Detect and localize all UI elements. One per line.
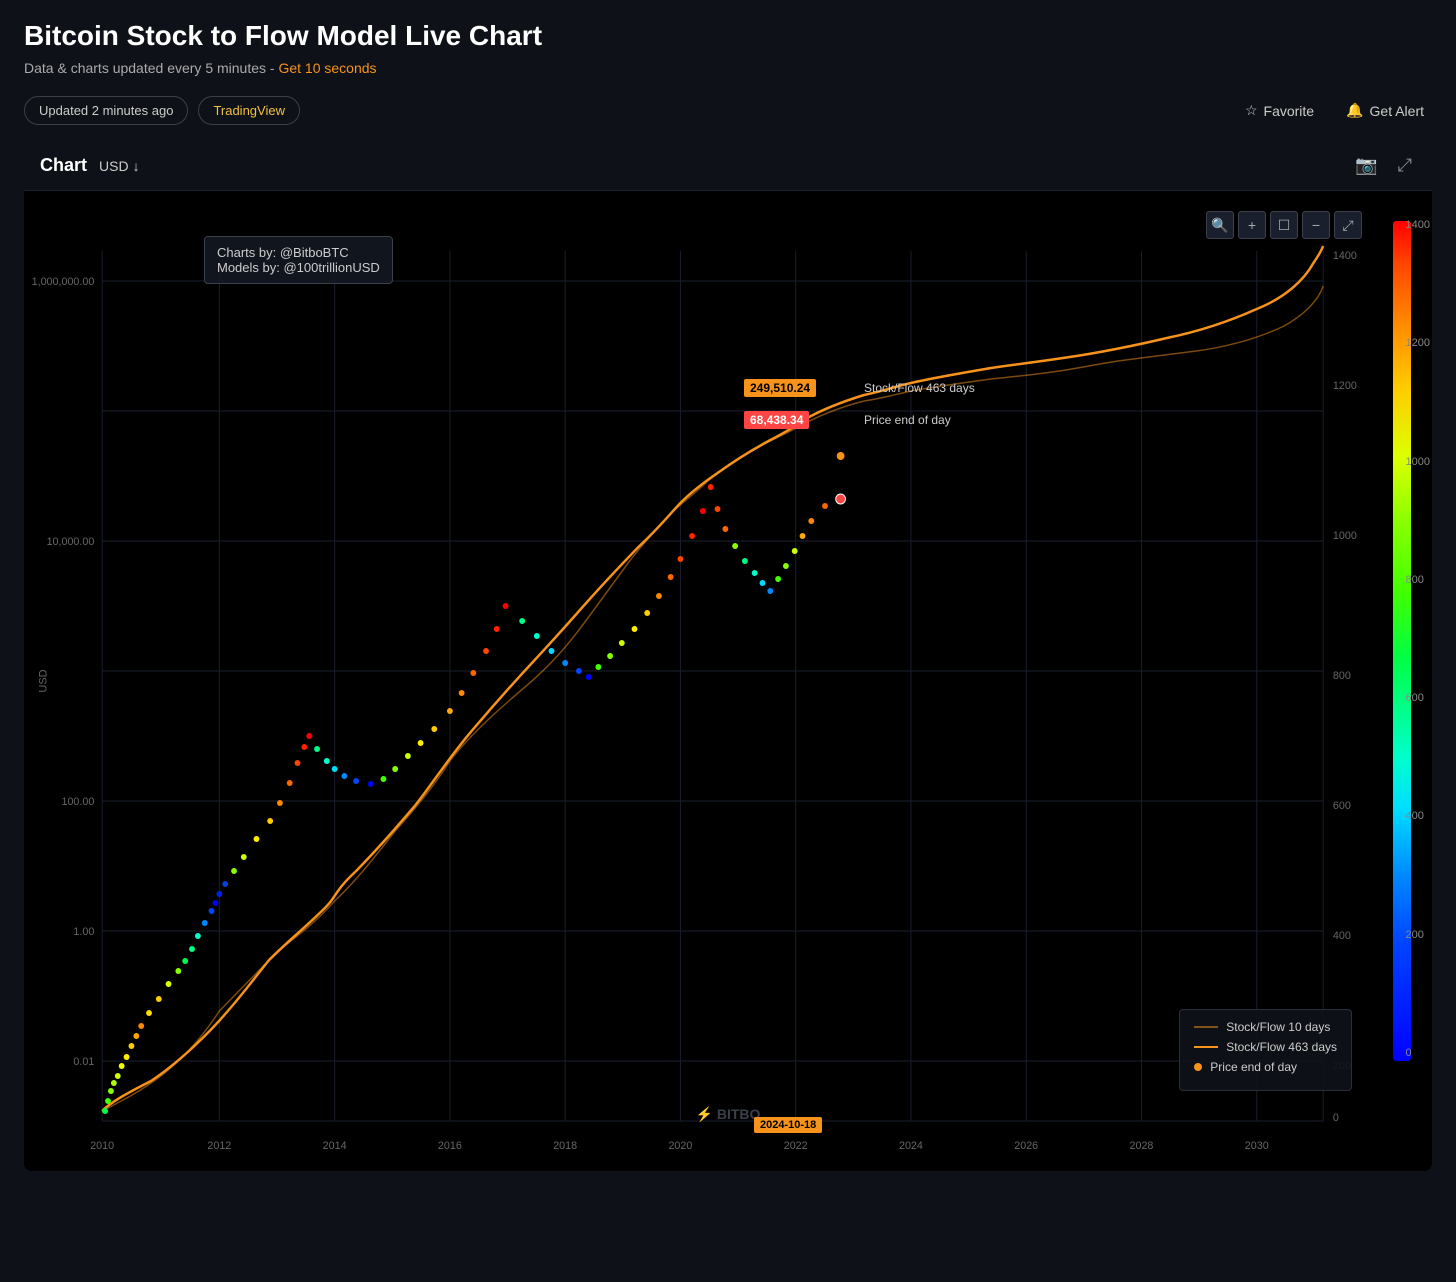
sf-value-label: 249,510.24 — [744, 379, 816, 397]
legend-dot-price — [1194, 1063, 1202, 1071]
legend-line-sf10 — [1194, 1026, 1218, 1028]
legend-item-sf10: Stock/Flow 10 days — [1194, 1020, 1337, 1034]
chart-label: Chart — [40, 155, 87, 176]
svg-text:2026: 2026 — [1014, 1140, 1038, 1152]
chart-svg: 1,000,000.00 10,000.00 100.00 1.00 0.01 … — [24, 191, 1372, 1171]
right-label-0: 0 — [1406, 1047, 1430, 1059]
right-label-600: 600 — [1406, 692, 1430, 704]
chart-title-row: Chart USD ↓ — [40, 155, 140, 176]
get-10-seconds-link[interactable]: Get 10 seconds — [278, 60, 376, 76]
svg-text:2016: 2016 — [438, 1140, 462, 1152]
chart-legend: Stock/Flow 10 days Stock/Flow 463 days P… — [1179, 1009, 1352, 1091]
toolbar: Updated 2 minutes ago TradingView ☆ Favo… — [24, 96, 1432, 125]
chart-inner: 🔍 + ☐ − ⤢ Charts by: @BitboBTC Models by… — [24, 191, 1432, 1171]
chart-header-right: 📷 ⤢ — [1351, 153, 1416, 178]
tradingview-badge[interactable]: TradingView — [198, 96, 300, 125]
subtitle: Data & charts updated every 5 minutes - … — [24, 60, 1432, 76]
screenshot-button[interactable]: 📷 — [1351, 153, 1381, 178]
legend-label-sf10: Stock/Flow 10 days — [1226, 1020, 1330, 1034]
svg-text:1400: 1400 — [1333, 250, 1357, 262]
toolbar-right: ☆ Favorite 🔔 Get Alert — [1237, 98, 1432, 123]
price-value-label: 68,438.34 — [744, 411, 809, 429]
expand-button[interactable]: ⤢ — [1394, 153, 1416, 178]
svg-text:2030: 2030 — [1245, 1140, 1269, 1152]
expand-icon: ⤢ — [1398, 155, 1412, 175]
svg-text:2014: 2014 — [323, 1140, 347, 1152]
svg-text:100.00: 100.00 — [62, 796, 95, 808]
price-value: 68,438.34 — [750, 413, 803, 427]
date-tooltip: 2024-10-18 — [754, 1117, 822, 1133]
annotation-line2: Models by: @100trillionUSD — [217, 260, 380, 275]
legend-item-sf463: Stock/Flow 463 days — [1194, 1040, 1337, 1054]
svg-text:2020: 2020 — [668, 1140, 692, 1152]
currency-selector[interactable]: USD ↓ — [99, 158, 140, 174]
y-axis-label: USD — [38, 669, 50, 692]
legend-item-price: Price end of day — [1194, 1060, 1337, 1074]
subtitle-static: Data & charts updated every 5 minutes - — [24, 60, 275, 76]
svg-text:400: 400 — [1333, 930, 1351, 942]
sf-text-label: Stock/Flow 463 days — [864, 381, 975, 395]
svg-text:2012: 2012 — [207, 1140, 231, 1152]
updated-badge: Updated 2 minutes ago — [24, 96, 188, 125]
svg-text:0: 0 — [1333, 1112, 1339, 1124]
color-bar-container: 1400 1200 1000 800 600 400 200 0 Days un… — [1377, 191, 1432, 1171]
bell-icon: 🔔 — [1346, 102, 1363, 119]
svg-text:1000: 1000 — [1333, 530, 1357, 542]
legend-label-price: Price end of day — [1210, 1060, 1297, 1074]
legend-line-sf463 — [1194, 1046, 1218, 1048]
alert-button[interactable]: 🔔 Get Alert — [1338, 98, 1432, 123]
watermark: ⚡ BITBO — [696, 1106, 761, 1123]
zoom-minus-button[interactable]: − — [1302, 211, 1330, 239]
sf-value: 249,510.24 — [750, 381, 810, 395]
currency-dropdown-icon: ↓ — [133, 158, 140, 174]
svg-text:2028: 2028 — [1130, 1140, 1154, 1152]
svg-text:1200: 1200 — [1333, 380, 1357, 392]
annotation-line1: Charts by: @BitboBTC — [217, 245, 380, 260]
page-title: Bitcoin Stock to Flow Model Live Chart — [24, 20, 1432, 52]
price-text-label: Price end of day — [864, 413, 951, 427]
right-label-1000: 1000 — [1406, 456, 1430, 468]
svg-text:600: 600 — [1333, 800, 1351, 812]
right-label-400: 400 — [1406, 810, 1430, 822]
svg-text:1,000,000.00: 1,000,000.00 — [32, 276, 95, 288]
toolbar-left: Updated 2 minutes ago TradingView — [24, 96, 300, 125]
svg-text:2018: 2018 — [553, 1140, 577, 1152]
zoom-crosshair-button[interactable]: + — [1238, 211, 1266, 239]
chart-annotation: Charts by: @BitboBTC Models by: @100tril… — [204, 236, 393, 284]
zoom-controls: 🔍 + ☐ − ⤢ — [1206, 211, 1362, 239]
page-wrapper: Bitcoin Stock to Flow Model Live Chart D… — [0, 0, 1456, 1171]
right-label-1200: 1200 — [1406, 337, 1430, 349]
zoom-lens-button[interactable]: 🔍 — [1206, 211, 1234, 239]
favorite-button[interactable]: ☆ Favorite — [1237, 98, 1322, 123]
currency-value: USD — [99, 158, 129, 174]
zoom-box-button[interactable]: ☐ — [1270, 211, 1298, 239]
alert-label: Get Alert — [1370, 103, 1424, 119]
svg-text:2024: 2024 — [899, 1140, 923, 1152]
svg-text:800: 800 — [1333, 670, 1351, 682]
right-axis-labels: 1400 1200 1000 800 600 400 200 0 — [1406, 219, 1430, 1059]
right-label-1400: 1400 — [1406, 219, 1430, 231]
svg-text:2022: 2022 — [784, 1140, 808, 1152]
star-icon: ☆ — [1245, 102, 1258, 119]
svg-text:10,000.00: 10,000.00 — [47, 536, 95, 548]
svg-text:0.01: 0.01 — [73, 1056, 94, 1068]
right-label-200: 200 — [1406, 929, 1430, 941]
zoom-expand-button[interactable]: ⤢ — [1334, 211, 1362, 239]
favorite-label: Favorite — [1264, 103, 1315, 119]
svg-text:2010: 2010 — [90, 1140, 114, 1152]
right-label-800: 800 — [1406, 574, 1430, 586]
svg-text:1.00: 1.00 — [73, 926, 94, 938]
legend-label-sf463: Stock/Flow 463 days — [1226, 1040, 1337, 1054]
chart-section: Chart USD ↓ 📷 ⤢ 🔍 + — [24, 141, 1432, 1171]
camera-icon: 📷 — [1355, 155, 1377, 175]
chart-container: 🔍 + ☐ − ⤢ Charts by: @BitboBTC Models by… — [24, 191, 1432, 1171]
chart-header: Chart USD ↓ 📷 ⤢ — [24, 141, 1432, 191]
